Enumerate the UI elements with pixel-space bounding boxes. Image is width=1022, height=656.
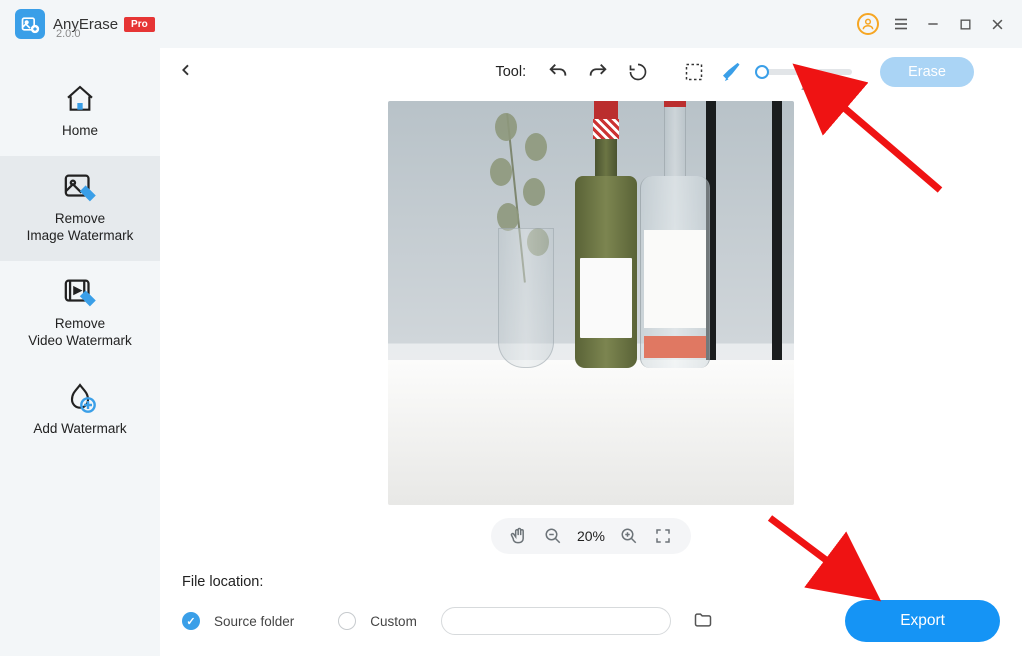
undo-button[interactable] <box>544 58 572 86</box>
redo-button[interactable] <box>584 58 612 86</box>
preview-image <box>388 101 794 505</box>
sidebar-item-add-watermark[interactable]: Add Watermark <box>0 366 160 454</box>
custom-folder-label: Custom <box>370 614 417 629</box>
pro-badge: Pro <box>124 17 155 32</box>
custom-path-input[interactable] <box>441 607 671 635</box>
sidebar-item-home[interactable]: Home <box>0 68 160 156</box>
app-logo-icon <box>15 9 45 39</box>
reset-button[interactable] <box>624 58 652 86</box>
content-panel: Tool: 25 Erase <box>160 48 1022 656</box>
brush-size-slider[interactable]: 25 <box>762 69 852 75</box>
account-icon[interactable] <box>857 13 879 35</box>
sidebar: Home Remove Image Watermark Remove Video… <box>0 48 160 656</box>
title-bar: AnyErase Pro 2.0.0 <box>0 0 1022 48</box>
sidebar-item-remove-video-watermark[interactable]: Remove Video Watermark <box>0 261 160 366</box>
sidebar-item-remove-image-watermark[interactable]: Remove Image Watermark <box>0 156 160 261</box>
close-button[interactable] <box>987 14 1007 34</box>
sidebar-label: Add Watermark <box>33 420 126 438</box>
toolbar: Tool: 25 Erase <box>160 48 1022 96</box>
sidebar-label: Home <box>62 122 98 140</box>
footer: File location: Source folder Custom Expo… <box>160 562 1022 656</box>
remove-video-watermark-icon <box>63 275 97 309</box>
tool-label: Tool: <box>495 64 526 80</box>
zoom-in-button[interactable] <box>619 526 639 546</box>
source-folder-radio[interactable] <box>182 612 200 630</box>
browse-folder-icon[interactable] <box>693 610 715 632</box>
remove-image-watermark-icon <box>63 170 97 204</box>
maximize-button[interactable] <box>955 14 975 34</box>
zoom-out-button[interactable] <box>543 526 563 546</box>
minimize-button[interactable] <box>923 14 943 34</box>
zoom-controls: 20% <box>160 510 1022 562</box>
sidebar-label: Remove Video Watermark <box>28 315 132 350</box>
custom-folder-radio[interactable] <box>338 612 356 630</box>
sidebar-label: Remove Image Watermark <box>27 210 134 245</box>
source-folder-label: Source folder <box>214 614 294 629</box>
brush-tool-button[interactable] <box>720 58 748 86</box>
fullscreen-button[interactable] <box>653 526 673 546</box>
add-watermark-icon <box>63 380 97 414</box>
pan-hand-icon[interactable] <box>509 526 529 546</box>
file-location-label: File location: <box>182 574 1000 590</box>
hamburger-menu-icon[interactable] <box>891 14 911 34</box>
brush-size-value: 25 <box>801 81 813 93</box>
export-button[interactable]: Export <box>845 600 1000 642</box>
back-button[interactable] <box>178 62 198 82</box>
zoom-value: 20% <box>577 528 605 544</box>
home-icon <box>63 82 97 116</box>
erase-button[interactable]: Erase <box>880 57 974 87</box>
canvas-area[interactable] <box>160 96 1022 510</box>
app-version: 2.0.0 <box>56 28 80 40</box>
selection-tool-button[interactable] <box>680 58 708 86</box>
